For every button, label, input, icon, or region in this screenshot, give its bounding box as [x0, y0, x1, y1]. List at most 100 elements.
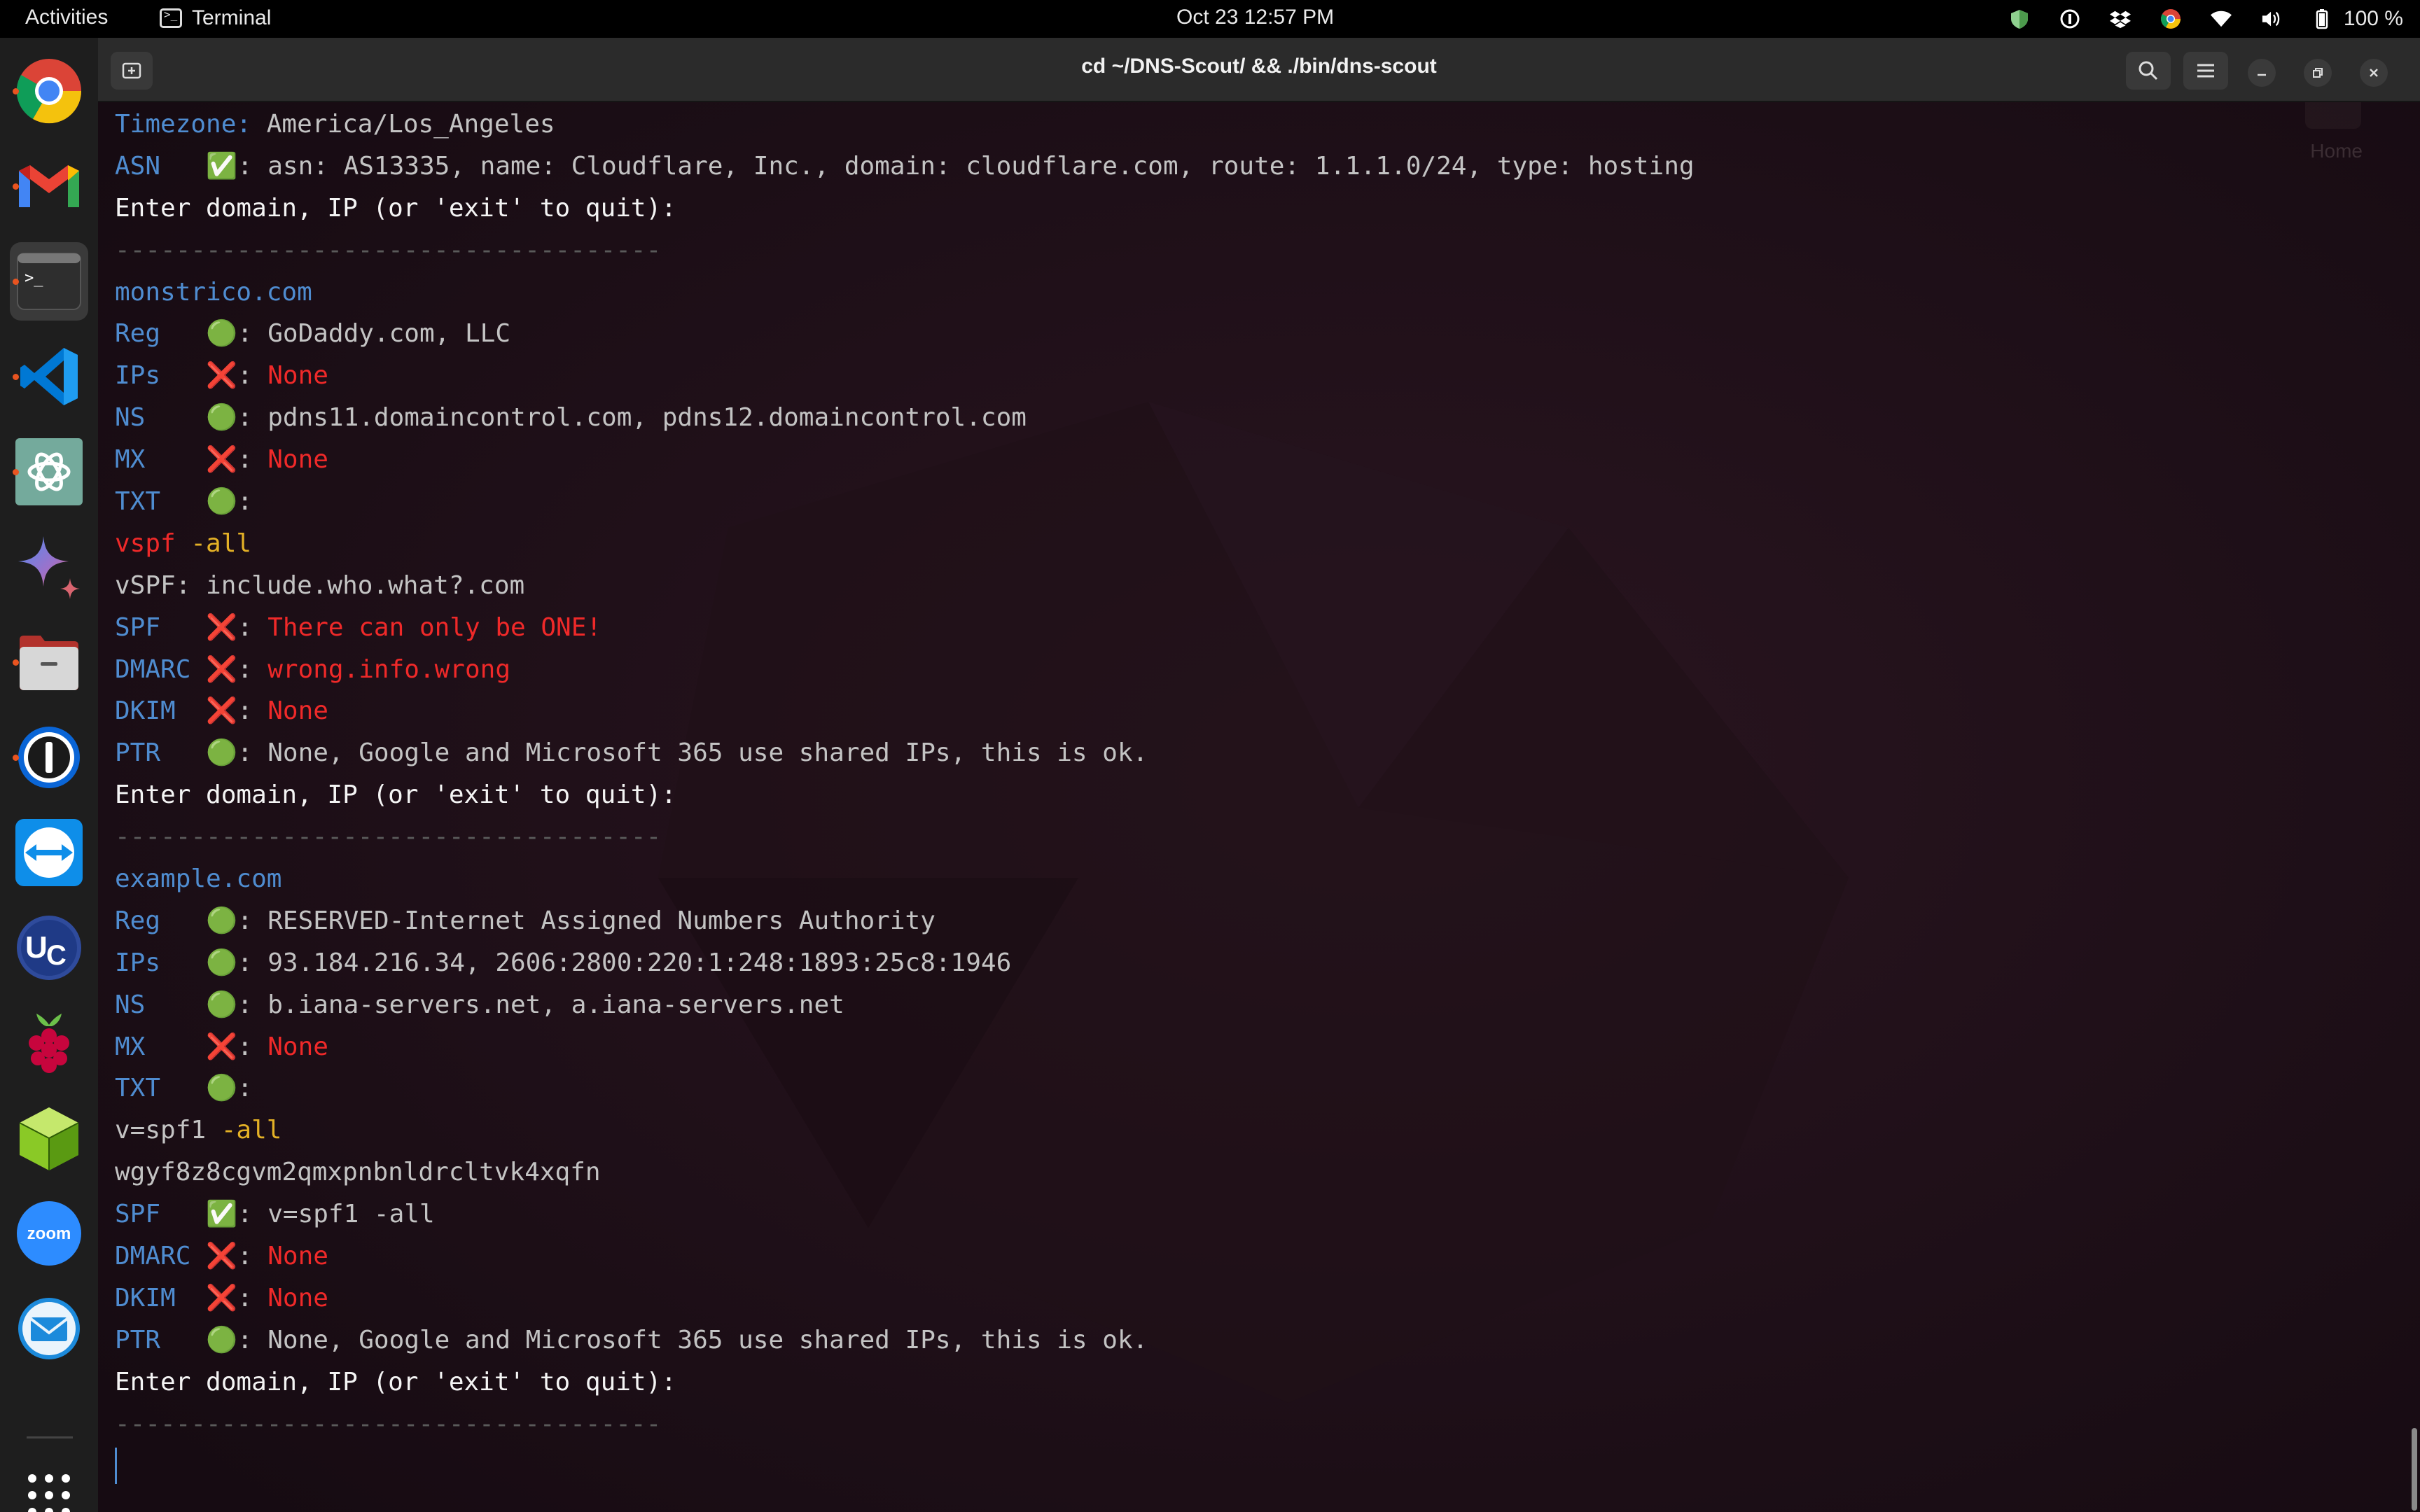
- terminal-text-key: Reg: [115, 319, 207, 349]
- terminal-text-icon: 🟢:: [206, 1325, 268, 1354]
- terminal-text-icon: ❌:: [206, 1242, 268, 1271]
- app-menu-button[interactable]: Terminal: [160, 4, 271, 32]
- terminal-line: IPs ❌: None: [115, 355, 1695, 397]
- dock: >_ UC zoom: [0, 38, 98, 1512]
- window-title: cd ~/DNS-Scout/ && ./bin/dns-scout: [1081, 55, 1437, 78]
- terminal-text-icon: ❌:: [206, 1032, 268, 1061]
- terminal-text-val: wgyf8z8cgvm2qmxpnbnldrcltvk4xqfn: [115, 1158, 601, 1187]
- terminal-text-bad: None: [267, 445, 328, 475]
- terminal-text-bad: None: [267, 361, 328, 391]
- header-bar: cd ~/DNS-Scout/ && ./bin/dns-scout: [98, 38, 2420, 102]
- terminal-text-val: None, Google and Microsoft 365 use share…: [267, 1325, 1148, 1354]
- terminal-text-val: vSPF: include.who.what?.com: [115, 570, 525, 600]
- terminal-text-val: America/Los_Angeles: [266, 110, 555, 139]
- terminal-text-val: v=spf1: [115, 1116, 221, 1145]
- terminal-line: TXT 🟢:: [115, 481, 1695, 523]
- terminal-text-bad: There can only be ONE!: [267, 612, 602, 642]
- dock-item-teamviewer[interactable]: [10, 813, 88, 892]
- terminal-line: ------------------------------------: [115, 816, 1695, 858]
- terminal-line: DMARC ❌: wrong.info.wrong: [115, 649, 1695, 691]
- terminal-text-icon: 🟢:: [206, 319, 268, 349]
- dock-item-cube-app[interactable]: [10, 1099, 88, 1177]
- dock-item-vscode[interactable]: [10, 337, 88, 416]
- terminal-text-key: NS: [115, 990, 207, 1019]
- shield-icon[interactable]: [2009, 8, 2030, 29]
- dock-item-mail[interactable]: [10, 1289, 88, 1368]
- minimize-button[interactable]: [2248, 59, 2276, 87]
- dock-item-chatgpt[interactable]: [10, 433, 88, 511]
- terminal-line: Enter domain, IP (or 'exit' to quit):: [115, 1362, 1695, 1404]
- terminal-line: IPs 🟢: 93.184.216.34, 2606:2800:220:1:24…: [115, 942, 1695, 984]
- terminal-text-prompt: Enter domain, IP (or 'exit' to quit):: [115, 780, 676, 810]
- terminal-line: ------------------------------------: [115, 1404, 1695, 1446]
- running-indicator: [13, 183, 19, 190]
- terminal-text-key: Timezone:: [115, 110, 267, 139]
- terminal-text-bad: wrong.info.wrong: [267, 654, 510, 684]
- terminal-text-key: SPF: [115, 612, 207, 642]
- dock-item-files[interactable]: [10, 623, 88, 701]
- terminal-text-bad: None: [267, 1242, 328, 1271]
- running-indicator: [13, 88, 19, 94]
- terminal-icon: [160, 8, 182, 28]
- search-button[interactable]: [2126, 52, 2171, 90]
- running-indicator: [13, 469, 19, 475]
- close-button[interactable]: [2360, 59, 2388, 87]
- terminal-line: TXT 🟢:: [115, 1068, 1695, 1110]
- terminal-line: vSPF: include.who.what?.com: [115, 565, 1695, 607]
- terminal-text-key: MX: [115, 445, 207, 475]
- terminal-line: Reg 🟢: RESERVED-Internet Assigned Number…: [115, 900, 1695, 942]
- dock-item-1password[interactable]: [10, 718, 88, 797]
- terminal-text-val: 93.184.216.34, 2606:2800:220:1:248:1893:…: [267, 948, 1012, 977]
- gmail-icon: [19, 165, 79, 207]
- running-indicator: [13, 659, 19, 666]
- terminal-text-key: DMARC: [115, 654, 207, 684]
- terminal-text-bad: vspf: [115, 528, 191, 558]
- chatgpt-icon: [15, 438, 83, 505]
- terminal-line: ASN ✅: asn: AS13335, name: Cloudflare, I…: [115, 146, 1695, 188]
- terminal-text-icon: 🟢:: [206, 403, 268, 433]
- dock-item-gemini[interactable]: [10, 528, 88, 606]
- terminal-line: SPF ❌: There can only be ONE!: [115, 607, 1695, 649]
- terminal-text-val: None, Google and Microsoft 365 use share…: [267, 738, 1148, 768]
- dock-item-raspberry-pi[interactable]: [10, 1004, 88, 1082]
- terminal-text-key: SPF: [115, 1200, 207, 1229]
- cube-app-icon: [19, 1107, 79, 1170]
- terminal-text-val: v=spf1 -all: [267, 1200, 435, 1229]
- activities-button[interactable]: Activities: [25, 6, 108, 29]
- wifi-icon[interactable]: [2210, 8, 2232, 29]
- home-folder-label: Home: [2310, 140, 2363, 162]
- zoom-icon: zoom: [17, 1201, 81, 1266]
- system-tray[interactable]: 100 %: [2009, 4, 2403, 34]
- terminal-text-key: DKIM: [115, 696, 207, 726]
- terminal-text-key: PTR: [115, 738, 207, 768]
- terminal-text-prompt: Enter domain, IP (or 'exit' to quit):: [115, 1367, 676, 1396]
- scrollbar-thumb[interactable]: [2412, 1428, 2417, 1511]
- dock-item-gmail[interactable]: [10, 147, 88, 225]
- running-indicator: [13, 279, 19, 285]
- running-indicator: [13, 755, 19, 761]
- terminal-output[interactable]: Timezone: America/Los_Angeles ASN ✅: asn:…: [115, 104, 1695, 1446]
- show-apps-button[interactable]: [10, 1456, 88, 1512]
- terminal-text-val: RESERVED-Internet Assigned Numbers Autho…: [267, 906, 936, 935]
- mail-icon: [18, 1298, 80, 1359]
- terminal-line: Timezone: America/Los_Angeles: [115, 104, 1695, 146]
- chrome-tray-icon[interactable]: [2160, 8, 2181, 29]
- dock-item-terminal[interactable]: >_: [10, 242, 88, 321]
- clock-button[interactable]: Oct 23 12:57 PM: [1176, 6, 1334, 29]
- terminal-text-icon: ❌:: [206, 654, 268, 684]
- terminal-line: DKIM ❌: None: [115, 1278, 1695, 1320]
- volume-icon[interactable]: [2261, 8, 2282, 29]
- terminal-icon: >_: [17, 253, 81, 310]
- dock-item-chrome[interactable]: [10, 52, 88, 130]
- battery-icon[interactable]: [2311, 8, 2332, 29]
- terminal-text-dom: monstrico.com: [115, 277, 312, 307]
- menu-button[interactable]: [2183, 52, 2228, 90]
- maximize-button[interactable]: [2304, 59, 2332, 87]
- dock-item-zoom[interactable]: zoom: [10, 1194, 88, 1273]
- dock-item-ultracompare[interactable]: UC: [10, 909, 88, 987]
- dropbox-icon[interactable]: [2109, 8, 2131, 29]
- onepassword-tray-icon[interactable]: [2059, 8, 2080, 29]
- app-name-label: Terminal: [192, 6, 272, 29]
- terminal-text-bad: None: [267, 1283, 328, 1312]
- terminal-text-bad: None: [267, 1032, 328, 1061]
